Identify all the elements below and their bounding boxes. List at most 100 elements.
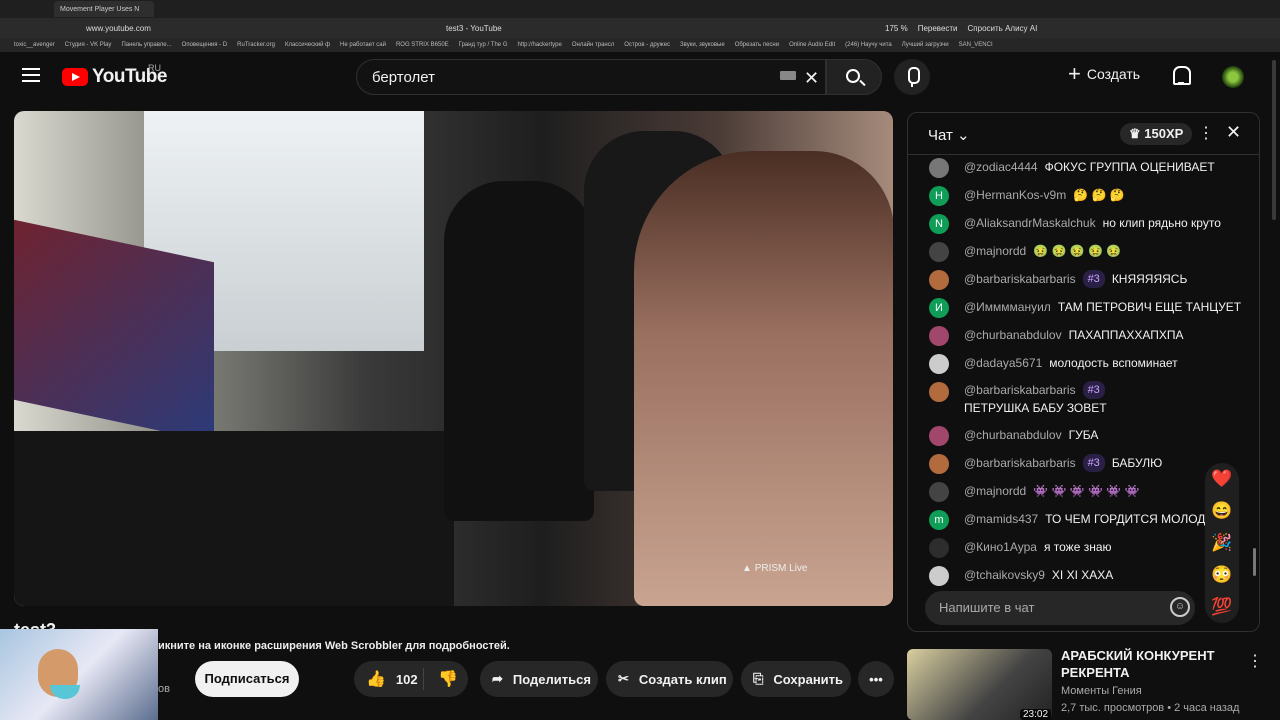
bookmark-item[interactable]: ROG STRIX B650E: [396, 42, 449, 48]
subscribe-button[interactable]: Подписаться: [195, 661, 299, 697]
chat-message[interactable]: H @HermanKos-v9m 🤔 🤔 🤔: [908, 181, 1243, 209]
bookmark-item[interactable]: Классический ф: [285, 42, 330, 48]
recommended-video[interactable]: 23:02 АРАБСКИЙ КОНКУРЕНТ РЕКРЕНТА Момент…: [907, 646, 1280, 720]
notifications-bell-icon[interactable]: [1172, 66, 1191, 86]
chat-username[interactable]: @Кино1Аура: [964, 538, 1037, 556]
chat-avatar[interactable]: [929, 454, 949, 474]
chat-message[interactable]: @majnordd 🤢 🤢 🤢 🤢 🤢: [908, 237, 1243, 265]
chat-message[interactable]: @majnordd 👾 👾 👾 👾 👾 👾: [908, 477, 1243, 505]
video-player[interactable]: ▲ PRISM Live: [14, 111, 893, 606]
chat-username[interactable]: @tchaikovsky9: [964, 566, 1045, 584]
share-button[interactable]: ➦ Поделиться: [480, 661, 598, 697]
chat-message[interactable]: @barbariskabarbaris #3 ПЕТРУШКА БАБУ ЗОВЕТ: [908, 377, 1243, 421]
chat-input[interactable]: Напишите в чат: [925, 591, 1195, 625]
chat-message[interactable]: @barbariskabarbaris #3 КНЯЯЯЯЯСЬ: [908, 265, 1243, 293]
bookmark-item[interactable]: Оповещения - D: [182, 42, 228, 48]
chat-message-list[interactable]: @zodiac4444 ФОКУС ГРУППА ОЦЕНИВАЕТ H @Herma…: [908, 153, 1243, 589]
chat-avatar[interactable]: [929, 538, 949, 558]
chat-username[interactable]: @AliaksandrMaskalchuk: [964, 214, 1096, 232]
chat-avatar[interactable]: [929, 566, 949, 586]
recommended-channel[interactable]: Моменты Гения: [1061, 685, 1142, 697]
like-button[interactable]: 👍 102: [354, 668, 424, 690]
chat-avatar[interactable]: H: [929, 186, 949, 206]
emoji-icon[interactable]: ☺: [1170, 597, 1190, 617]
chat-username[interactable]: @zodiac4444: [964, 158, 1038, 176]
chat-mode-dropdown[interactable]: Чат ⌄: [928, 126, 970, 144]
bookmark-item[interactable]: RuTracker.org: [237, 42, 275, 48]
chat-message[interactable]: И @Иммммануил ТАМ ПЕТРОВИЧ ЕЩЕ ТАНЦУЕТ: [908, 293, 1243, 321]
bookmark-item[interactable]: Гранд тур / The G: [459, 42, 508, 48]
translate-button[interactable]: Перевести: [918, 24, 958, 33]
bookmark-item[interactable]: Online Audio Edit: [789, 42, 835, 48]
create-clip-button[interactable]: ✂ Создать клип: [606, 661, 733, 697]
dislike-button[interactable]: 👎: [424, 669, 458, 689]
chat-avatar[interactable]: [929, 326, 949, 346]
reaction-emoji[interactable]: 💯: [1211, 597, 1232, 617]
chat-username[interactable]: @majnordd: [964, 482, 1026, 500]
bookmark-item[interactable]: Студия - VK Play: [65, 42, 112, 48]
chat-username[interactable]: @barbariskabarbaris: [964, 454, 1076, 472]
chat-username[interactable]: @churbanabdulov: [964, 426, 1062, 444]
reaction-emoji[interactable]: 😳: [1211, 565, 1232, 585]
bookmark-item[interactable]: Лучший загрузчи: [902, 42, 949, 48]
youtube-logo[interactable]: YouTube RU: [62, 63, 167, 88]
chat-avatar[interactable]: [929, 242, 949, 262]
url-field[interactable]: www.youtube.com: [86, 24, 151, 33]
keyboard-icon[interactable]: [780, 71, 796, 80]
bookmark-item[interactable]: toxic__avenger: [14, 42, 55, 48]
chat-avatar[interactable]: [929, 426, 949, 446]
account-avatar[interactable]: [1222, 66, 1244, 88]
chat-message[interactable]: @zodiac4444 ФОКУС ГРУППА ОЦЕНИВАЕТ: [908, 153, 1243, 181]
chat-avatar[interactable]: [929, 382, 949, 402]
chat-avatar[interactable]: И: [929, 298, 949, 318]
bookmark-item[interactable]: Онлайн трансл: [572, 42, 614, 48]
bookmark-item[interactable]: Не работает сай: [340, 42, 386, 48]
chat-username[interactable]: @Иммммануил: [964, 298, 1051, 316]
reaction-emoji[interactable]: ❤️: [1211, 469, 1232, 489]
close-icon[interactable]: ✕: [1226, 122, 1241, 143]
chat-message[interactable]: @tchaikovsky9 XI XI ХАХА: [908, 561, 1243, 589]
chat-avatar[interactable]: N: [929, 214, 949, 234]
chat-username[interactable]: @barbariskabarbaris: [964, 381, 1076, 399]
menu-icon[interactable]: [22, 68, 40, 82]
search-button[interactable]: [826, 59, 882, 95]
bookmark-item[interactable]: http://hackertype: [517, 42, 561, 48]
chat-message[interactable]: m @mamids437 ТО ЧЕМ ГОРДИТСЯ МОЛОДЕЖ: [908, 505, 1243, 533]
chat-scrollbar[interactable]: [1253, 548, 1256, 576]
search-input[interactable]: бертолет: [356, 59, 826, 95]
browser-tab[interactable]: Movement Player Uses N: [54, 1, 154, 17]
chat-avatar[interactable]: [929, 270, 949, 290]
recommended-title[interactable]: АРАБСКИЙ КОНКУРЕНТ РЕКРЕНТА: [1061, 647, 1241, 681]
chat-avatar[interactable]: [929, 482, 949, 502]
chat-username[interactable]: @majnordd: [964, 242, 1026, 260]
chat-message[interactable]: @churbanabdulov ПАХАППАХХАПХПА: [908, 321, 1243, 349]
chat-avatar[interactable]: [929, 354, 949, 374]
bookmark-item[interactable]: Остров - дружес: [624, 42, 670, 48]
xp-badge[interactable]: ♛ 150XP: [1120, 123, 1193, 145]
create-button[interactable]: + Создать: [1068, 63, 1140, 85]
more-options-icon[interactable]: ⋮: [1247, 651, 1263, 671]
bookmark-item[interactable]: (246) Научу чита: [845, 42, 892, 48]
bookmark-item[interactable]: Звуки, звуковые: [680, 42, 725, 48]
chat-username[interactable]: @dadaya5671: [964, 354, 1042, 372]
chat-message[interactable]: @barbariskabarbaris #3 БАБУЛЮ: [908, 449, 1243, 477]
reaction-emoji[interactable]: 🎉: [1211, 533, 1232, 553]
chat-username[interactable]: @mamids437: [964, 510, 1038, 528]
voice-search-icon[interactable]: [894, 59, 930, 95]
reaction-emoji[interactable]: 😄: [1211, 501, 1232, 521]
clear-icon[interactable]: ✕: [804, 68, 819, 89]
bookmark-item[interactable]: Панель управле...: [121, 42, 171, 48]
chat-message[interactable]: @dadaya5671 молодость вспоминает: [908, 349, 1243, 377]
chat-message[interactable]: @churbanabdulov ГУБА: [908, 421, 1243, 449]
chat-username[interactable]: @churbanabdulov: [964, 326, 1062, 344]
ask-alice-button[interactable]: Спросить Алису AI: [968, 24, 1038, 33]
more-actions-icon[interactable]: •••: [858, 661, 894, 697]
more-options-icon[interactable]: ⋮: [1198, 123, 1214, 143]
chat-message[interactable]: N @AliaksandrMaskalchuk но клип рядьно кру…: [908, 209, 1243, 237]
chat-username[interactable]: @HermanKos-v9m: [964, 186, 1066, 204]
chat-avatar[interactable]: m: [929, 510, 949, 530]
bookmark-item[interactable]: Обрезать песни: [735, 42, 779, 48]
bookmark-item[interactable]: SAN_VENCI: [959, 42, 993, 48]
zoom-level[interactable]: 175 %: [885, 24, 908, 33]
chat-username[interactable]: @barbariskabarbaris: [964, 270, 1076, 288]
